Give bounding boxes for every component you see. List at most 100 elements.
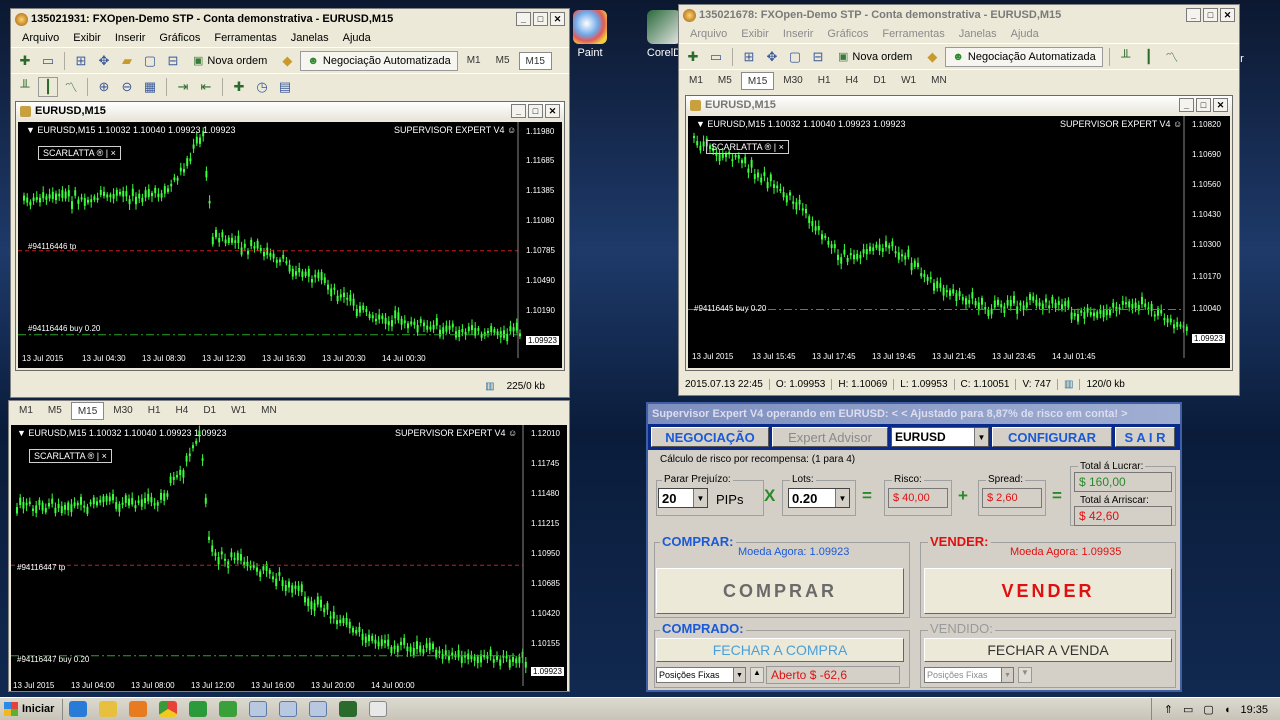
menu-ferramentas[interactable]: Ferramentas: [207, 32, 283, 44]
bar-chart-icon[interactable]: ╨: [15, 77, 35, 97]
clock[interactable]: 19:35: [1240, 704, 1268, 716]
menu-exibir[interactable]: Exibir: [66, 32, 108, 44]
monitor-icon[interactable]: ▢: [1203, 703, 1213, 716]
window-titlebar[interactable]: 135021678: FXOpen-Demo STP - Conta demon…: [679, 5, 1239, 25]
new-chart-icon[interactable]: ✚: [15, 51, 35, 71]
configurar-button[interactable]: CONFIGURAR: [992, 427, 1112, 447]
meta-editor-icon[interactable]: ◆: [277, 51, 297, 71]
candlestick-icon[interactable]: ┃: [38, 76, 58, 97]
window-task-icon[interactable]: [279, 701, 298, 717]
terminal-task-icon[interactable]: [339, 701, 358, 717]
tray-arrow-icon[interactable]: ⇑: [1164, 703, 1173, 716]
chart-titlebar[interactable]: EURUSD,M15 _ □ ✕: [686, 96, 1232, 114]
scarlatta-panel[interactable]: SCARLATTA ® | ×: [29, 449, 112, 463]
bought-mode-select[interactable]: Posições Fixas ▼: [656, 667, 746, 683]
new-chart-icon[interactable]: ✚: [683, 47, 703, 67]
menu-graficos[interactable]: Gráficos: [152, 32, 207, 44]
zoom-in-icon[interactable]: ⊕: [94, 77, 114, 97]
tf-h1[interactable]: H1: [812, 72, 837, 90]
chart-titlebar[interactable]: EURUSD,M15 _ □ ✕: [16, 102, 564, 120]
menu-arquivo[interactable]: Arquivo: [683, 28, 734, 40]
tester-icon[interactable]: ⊟: [808, 47, 828, 67]
tf-h4[interactable]: H4: [170, 402, 195, 420]
menu-ferramentas[interactable]: Ferramentas: [875, 28, 951, 40]
media-player-icon[interactable]: [129, 701, 148, 717]
menu-inserir[interactable]: Inserir: [108, 32, 153, 44]
close-button[interactable]: ✕: [550, 12, 565, 26]
start-button[interactable]: Iniciar: [0, 698, 64, 720]
periods-icon[interactable]: ◷: [252, 77, 272, 97]
menu-arquivo[interactable]: Arquivo: [15, 32, 66, 44]
scarlatta-panel[interactable]: SCARLATTA ® | ×: [38, 146, 121, 160]
navigator-icon[interactable]: ✥: [762, 47, 782, 67]
navigator-icon[interactable]: ✥: [94, 51, 114, 71]
close-button[interactable]: ✕: [545, 104, 560, 118]
terminal-icon[interactable]: ▢: [785, 47, 805, 67]
tf-h1[interactable]: H1: [142, 402, 167, 420]
price-chart[interactable]: ▼ EURUSD,M15 1.10032 1.10040 1.09923 1.0…: [18, 122, 562, 368]
zoom-out-icon[interactable]: ⊖: [117, 77, 137, 97]
calendar-icon[interactable]: [219, 701, 238, 717]
close-button[interactable]: ✕: [1220, 8, 1235, 22]
tf-d1[interactable]: D1: [197, 402, 222, 420]
templates-icon[interactable]: ▤: [275, 77, 295, 97]
network-icon[interactable]: ▭: [1183, 703, 1193, 716]
menu-ajuda[interactable]: Ajuda: [1004, 28, 1046, 40]
negociacao-button[interactable]: NEGOCIAÇÃO: [651, 427, 769, 447]
profiles-icon[interactable]: ▭: [38, 51, 58, 71]
market-watch-icon[interactable]: ⊞: [739, 47, 759, 67]
candlestick-icon[interactable]: ┃: [1139, 47, 1159, 67]
maximize-button[interactable]: □: [1196, 98, 1211, 112]
tf-mn[interactable]: MN: [925, 72, 953, 90]
tf-w1[interactable]: W1: [895, 72, 922, 90]
tf-m5[interactable]: M5: [42, 402, 68, 420]
close-button[interactable]: ✕: [1213, 98, 1228, 112]
minimize-button[interactable]: _: [1186, 8, 1201, 22]
minimize-button[interactable]: _: [1179, 98, 1194, 112]
tf-m5[interactable]: M5: [490, 52, 516, 70]
folder-icon[interactable]: ▰: [117, 51, 137, 71]
comprar-button[interactable]: COMPRAR: [656, 568, 904, 614]
bought-mode-button[interactable]: ▲: [750, 667, 764, 683]
lots-select[interactable]: 0.20 ▼: [788, 488, 850, 508]
chart-shift-icon[interactable]: ⇤: [196, 77, 216, 97]
tf-m5[interactable]: M5: [712, 72, 738, 90]
new-order-button[interactable]: ▣ Nova ordem: [831, 47, 919, 67]
chrome-icon[interactable]: [159, 701, 178, 717]
menu-ajuda[interactable]: Ajuda: [336, 32, 378, 44]
tf-w1[interactable]: W1: [225, 402, 252, 420]
tf-m30[interactable]: M30: [107, 402, 138, 420]
minimize-button[interactable]: _: [516, 12, 531, 26]
tf-m15[interactable]: M15: [70, 402, 105, 420]
camtasia-icon[interactable]: [189, 701, 208, 717]
tf-m1[interactable]: M1: [683, 72, 709, 90]
auto-trading-button[interactable]: ☻ Negociação Automatizada: [300, 50, 458, 71]
price-chart[interactable]: ▼ EURUSD,M15 1.10032 1.10040 1.09923 1.0…: [688, 116, 1230, 368]
maximize-button[interactable]: □: [528, 104, 543, 118]
terminal-icon[interactable]: ▢: [140, 51, 160, 71]
meta-editor-icon[interactable]: ◆: [922, 47, 942, 67]
menu-exibir[interactable]: Exibir: [734, 28, 776, 40]
autoscroll-icon[interactable]: ⇥: [173, 77, 193, 97]
stop-select[interactable]: 20 ▼: [658, 488, 708, 508]
tester-icon[interactable]: ⊟: [163, 51, 183, 71]
expert-advisor-button[interactable]: Expert Advisor: [772, 427, 888, 447]
line-chart-icon[interactable]: 〽: [61, 77, 81, 97]
sold-mode-select[interactable]: Posições Fixas ▼: [924, 667, 1014, 683]
auto-trading-button[interactable]: ☻ Negociação Automatizada: [945, 46, 1103, 67]
window-task-icon[interactable]: [249, 701, 268, 717]
new-order-button[interactable]: ▣ Nova ordem: [186, 51, 274, 71]
volume-icon[interactable]: ◖: [1224, 704, 1231, 716]
fechar-compra-button[interactable]: FECHAR A COMPRA: [656, 638, 904, 662]
menu-janelas[interactable]: Janelas: [284, 32, 336, 44]
minimize-button[interactable]: _: [511, 104, 526, 118]
sold-mode-button[interactable]: ▼: [1018, 667, 1032, 683]
scarlatta-panel[interactable]: SCARLATTA ® | ×: [706, 140, 789, 154]
symbol-select[interactable]: EURUSD ▼: [891, 427, 989, 447]
fechar-venda-button[interactable]: FECHAR A VENDA: [924, 638, 1172, 662]
tf-m15[interactable]: M15: [518, 51, 552, 70]
explorer-icon[interactable]: [99, 701, 118, 717]
menu-inserir[interactable]: Inserir: [776, 28, 821, 40]
window-task-icon[interactable]: [309, 701, 328, 717]
menu-janelas[interactable]: Janelas: [952, 28, 1004, 40]
